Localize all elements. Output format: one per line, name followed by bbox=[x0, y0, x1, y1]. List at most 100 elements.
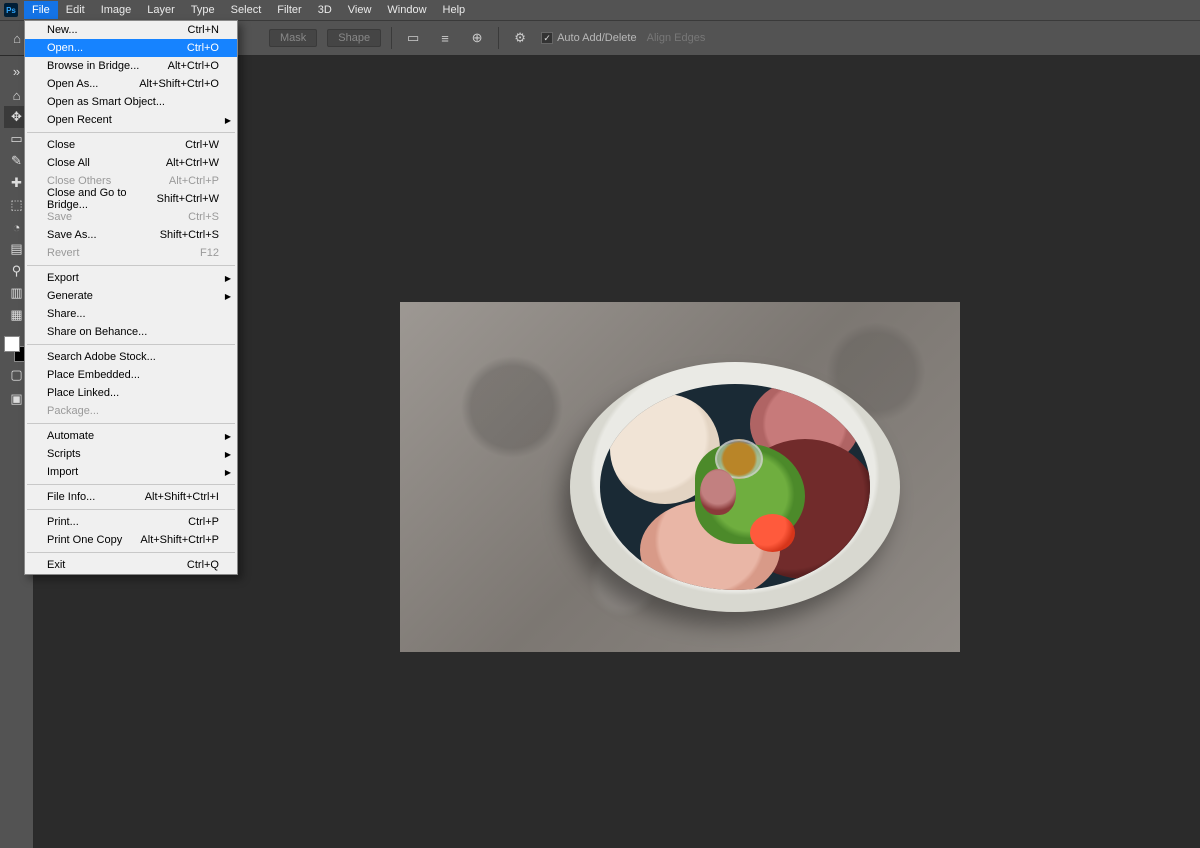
menu-type[interactable]: Type bbox=[183, 1, 223, 19]
menu-item-print[interactable]: Print... Ctrl+P bbox=[25, 513, 237, 531]
menu-item-shortcut: Ctrl+W bbox=[185, 139, 219, 151]
menu-item-shortcut: Ctrl+S bbox=[188, 211, 219, 223]
menu-item-export[interactable]: Export ▶ bbox=[25, 269, 237, 287]
menu-item-shortcut: Ctrl+N bbox=[188, 24, 219, 36]
menu-item-label: Scripts bbox=[47, 448, 81, 460]
menu-item-place-linked[interactable]: Place Linked... bbox=[25, 384, 237, 402]
gear-icon[interactable]: ⚙ bbox=[509, 27, 531, 49]
distribute-icon[interactable]: ≡ bbox=[434, 27, 456, 49]
menu-window[interactable]: Window bbox=[379, 1, 434, 19]
path-ops-icon[interactable]: ⊕ bbox=[466, 27, 488, 49]
menu-item-label: Open Recent bbox=[47, 114, 112, 126]
menu-separator bbox=[27, 552, 235, 553]
menu-item-package: Package... bbox=[25, 402, 237, 420]
menu-separator bbox=[27, 484, 235, 485]
separator bbox=[498, 27, 499, 49]
menu-item-label: Open as Smart Object... bbox=[47, 96, 165, 108]
menu-separator bbox=[27, 265, 235, 266]
menu-item-label: Search Adobe Stock... bbox=[47, 351, 156, 363]
menu-item-label: Open As... bbox=[47, 78, 98, 90]
menu-item-open[interactable]: Open...Ctrl+O bbox=[25, 39, 237, 57]
menu-item-place-embedded[interactable]: Place Embedded... bbox=[25, 366, 237, 384]
menu-view[interactable]: View bbox=[340, 1, 380, 19]
menu-item-revert: Revert F12 bbox=[25, 244, 237, 262]
menu-file[interactable]: File bbox=[24, 1, 58, 19]
menu-item-close-and-go-to-bridge[interactable]: Close and Go to Bridge...Shift+Ctrl+W bbox=[25, 190, 237, 208]
foreground-swatch[interactable] bbox=[4, 336, 20, 352]
canvas[interactable] bbox=[400, 302, 960, 652]
plate-graphic bbox=[570, 362, 900, 612]
checkbox-icon: ✓ bbox=[541, 32, 553, 44]
menu-item-label: Print One Copy bbox=[47, 534, 122, 546]
menu-item-import[interactable]: Import▶ bbox=[25, 463, 237, 481]
menu-item-exit[interactable]: Exit Ctrl+Q bbox=[25, 556, 237, 574]
shape-button[interactable]: Shape bbox=[327, 29, 381, 47]
menu-separator bbox=[27, 423, 235, 424]
menu-item-file-info[interactable]: File Info... Alt+Shift+Ctrl+I bbox=[25, 488, 237, 506]
menu-item-label: Revert bbox=[47, 247, 79, 259]
menu-item-browse-in-bridge[interactable]: Browse in Bridge... Alt+Ctrl+O bbox=[25, 57, 237, 75]
menu-item-label: Import bbox=[47, 466, 78, 478]
menu-item-label: Place Linked... bbox=[47, 387, 119, 399]
menu-item-label: Export bbox=[47, 272, 79, 284]
mask-button[interactable]: Mask bbox=[269, 29, 317, 47]
auto-add-delete-label: Auto Add/Delete bbox=[557, 32, 637, 44]
menu-item-close-all[interactable]: Close All Alt+Ctrl+W bbox=[25, 154, 237, 172]
menu-image[interactable]: Image bbox=[93, 1, 140, 19]
menu-item-label: Close bbox=[47, 139, 75, 151]
submenu-arrow-icon: ▶ bbox=[225, 292, 231, 301]
menu-item-shortcut: Shift+Ctrl+W bbox=[157, 193, 219, 205]
menu-item-open-recent[interactable]: Open Recent ▶ bbox=[25, 111, 237, 129]
menu-item-share-on-behance[interactable]: Share on Behance... bbox=[25, 323, 237, 341]
separator bbox=[391, 27, 392, 49]
menu-help[interactable]: Help bbox=[435, 1, 474, 19]
menu-item-shortcut: Ctrl+P bbox=[188, 516, 219, 528]
menu-item-generate[interactable]: Generate ▶ bbox=[25, 287, 237, 305]
menu-item-open-as-smart-object[interactable]: Open as Smart Object... bbox=[25, 93, 237, 111]
menu-item-shortcut: Alt+Shift+Ctrl+P bbox=[140, 534, 219, 546]
auto-add-delete-checkbox[interactable]: ✓ Auto Add/Delete bbox=[541, 32, 637, 44]
menu-item-label: Close All bbox=[47, 157, 90, 169]
menu-item-search-adobe-stock[interactable]: Search Adobe Stock... bbox=[25, 348, 237, 366]
menu-item-shortcut: Alt+Ctrl+W bbox=[166, 157, 219, 169]
menu-item-label: File Info... bbox=[47, 491, 95, 503]
submenu-arrow-icon: ▶ bbox=[225, 274, 231, 283]
menu-item-label: Exit bbox=[47, 559, 65, 571]
menu-item-label: Generate bbox=[47, 290, 93, 302]
menu-item-new[interactable]: New...Ctrl+N bbox=[25, 21, 237, 39]
menu-item-shortcut: Alt+Ctrl+O bbox=[168, 60, 219, 72]
menu-item-automate[interactable]: Automate▶ bbox=[25, 427, 237, 445]
menu-item-label: Package... bbox=[47, 405, 99, 417]
menu-3d[interactable]: 3D bbox=[310, 1, 340, 19]
menu-item-share[interactable]: Share... bbox=[25, 305, 237, 323]
menu-layer[interactable]: Layer bbox=[139, 1, 183, 19]
menu-item-label: Browse in Bridge... bbox=[47, 60, 139, 72]
menu-item-shortcut: Alt+Shift+Ctrl+I bbox=[145, 491, 219, 503]
menu-select[interactable]: Select bbox=[223, 1, 270, 19]
submenu-arrow-icon: ▶ bbox=[225, 432, 231, 441]
menu-item-open-as[interactable]: Open As...Alt+Shift+Ctrl+O bbox=[25, 75, 237, 93]
menu-item-save: Save Ctrl+S bbox=[25, 208, 237, 226]
menu-item-scripts[interactable]: Scripts ▶ bbox=[25, 445, 237, 463]
menu-edit[interactable]: Edit bbox=[58, 1, 93, 19]
menu-item-save-as[interactable]: Save As... Shift+Ctrl+S bbox=[25, 226, 237, 244]
align-edges-label[interactable]: Align Edges bbox=[647, 32, 706, 44]
menu-item-shortcut: Shift+Ctrl+S bbox=[160, 229, 219, 241]
menu-item-label: Share on Behance... bbox=[47, 326, 147, 338]
menu-item-shortcut: Ctrl+O bbox=[187, 42, 219, 54]
menu-item-label: Print... bbox=[47, 516, 79, 528]
menu-item-shortcut: F12 bbox=[200, 247, 219, 259]
menu-item-label: Save bbox=[47, 211, 72, 223]
menu-item-shortcut: Ctrl+Q bbox=[187, 559, 219, 571]
menu-item-label: Place Embedded... bbox=[47, 369, 140, 381]
file-menu-dropdown: New...Ctrl+NOpen...Ctrl+OBrowse in Bridg… bbox=[24, 20, 238, 575]
menu-item-print-one-copy[interactable]: Print One Copy Alt+Shift+Ctrl+P bbox=[25, 531, 237, 549]
submenu-arrow-icon: ▶ bbox=[225, 116, 231, 125]
submenu-arrow-icon: ▶ bbox=[225, 450, 231, 459]
menu-filter[interactable]: Filter bbox=[269, 1, 309, 19]
align-icon[interactable]: ▭ bbox=[402, 27, 424, 49]
menu-item-close[interactable]: Close Ctrl+W bbox=[25, 136, 237, 154]
menubar: Ps FileEditImageLayerTypeSelectFilter3DV… bbox=[0, 0, 1200, 20]
menu-item-label: Save As... bbox=[47, 229, 97, 241]
menu-separator bbox=[27, 344, 235, 345]
